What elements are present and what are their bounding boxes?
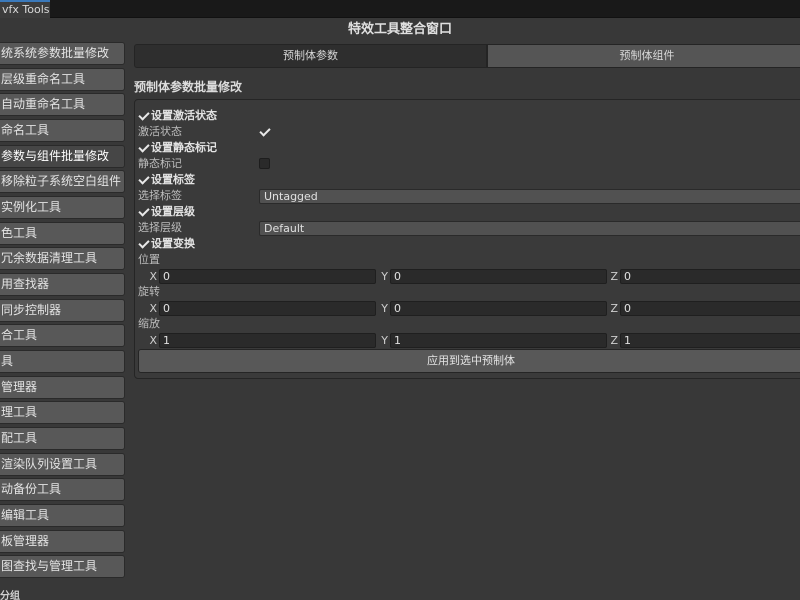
- check-icon[interactable]: [138, 238, 149, 249]
- editor-tab-bar: vfx Tools: [0, 0, 800, 18]
- position-label: 位置: [138, 253, 160, 266]
- sidebar-item-instancing[interactable]: 实例化工具: [0, 196, 125, 219]
- tag-toggle-label: 设置标签: [151, 173, 195, 186]
- check-icon[interactable]: [138, 142, 149, 153]
- layer-dropdown[interactable]: Default: [259, 221, 800, 236]
- sidebar-item-process-tool[interactable]: 理工具: [0, 401, 125, 424]
- active-state-checkbox[interactable]: [259, 125, 270, 138]
- axis-x-label: X: [149, 302, 157, 315]
- axis-x-label: X: [149, 334, 157, 347]
- axis-z-label: Z: [610, 270, 618, 283]
- sidebar-item-remove-empty-components[interactable]: 移除粒子系统空白组件: [0, 170, 125, 193]
- section-title: 预制体参数批量修改: [134, 80, 243, 94]
- tab-prefab-components[interactable]: 预制体组件: [487, 44, 800, 68]
- axis-z-label: Z: [610, 302, 618, 315]
- transform-toggle-label: 设置变换: [151, 237, 195, 250]
- sidebar-item-texture-finder[interactable]: 图查找与管理工具: [0, 555, 125, 578]
- transform-toggle-row[interactable]: 设置变换: [138, 237, 195, 251]
- sidebar-group-label: 分组: [0, 591, 20, 600]
- scale-label: 缩放: [138, 317, 160, 330]
- axis-z-label: Z: [610, 334, 618, 347]
- window-tab[interactable]: vfx Tools: [0, 0, 50, 18]
- axis-y-label: Y: [381, 270, 388, 283]
- sidebar-item-hierarchy-rename[interactable]: 层级重命名工具: [0, 68, 125, 91]
- apply-to-selected-button[interactable]: 应用到选中预制体: [138, 349, 800, 373]
- sidebar-item-sync-controller[interactable]: 同步控制器: [0, 299, 125, 322]
- sidebar-item-config-tool[interactable]: 配工具: [0, 427, 125, 450]
- active-toggle-label: 设置激活状态: [151, 109, 217, 122]
- position-y-field[interactable]: 0: [390, 269, 607, 284]
- active-toggle-row[interactable]: 设置激活状态: [138, 109, 217, 123]
- sidebar-item-manager[interactable]: 管理器: [0, 376, 125, 399]
- tab-prefab-params[interactable]: 预制体参数: [134, 44, 487, 68]
- sidebar-item-template-manager[interactable]: 板管理器: [0, 530, 125, 553]
- static-toggle-row[interactable]: 设置静态标记: [138, 141, 217, 155]
- check-icon[interactable]: [138, 174, 149, 185]
- axis-y-label: Y: [381, 334, 388, 347]
- axis-y-label: Y: [381, 302, 388, 315]
- layer-toggle-label: 设置层级: [151, 205, 195, 218]
- check-icon[interactable]: [138, 110, 149, 121]
- sidebar-item-reference-finder[interactable]: 用查找器: [0, 273, 125, 296]
- sidebar-item-redundant-cleanup[interactable]: 冗余数据清理工具: [0, 247, 125, 270]
- sidebar-item-render-queue[interactable]: 渲染队列设置工具: [0, 453, 125, 476]
- sidebar-item-color-tool[interactable]: 色工具: [0, 222, 125, 245]
- layer-select-label: 选择层级: [138, 221, 182, 234]
- tag-dropdown[interactable]: Untagged: [259, 189, 800, 204]
- sidebar-item-merge-tool[interactable]: 合工具: [0, 324, 125, 347]
- sidebar-item-editor-tool[interactable]: 编辑工具: [0, 504, 125, 527]
- layer-toggle-row[interactable]: 设置层级: [138, 205, 195, 219]
- tab-bar: 预制体参数 预制体组件: [134, 44, 800, 68]
- settings-panel: 设置激活状态 激活状态 设置静态标记 静态标记 设置标签 选择标签 Untagg…: [134, 99, 800, 379]
- sidebar-item-particle-params[interactable]: 统系统参数批量修改: [0, 42, 125, 65]
- checkbox-empty-icon: [259, 158, 270, 169]
- rotation-x-field[interactable]: 0: [159, 301, 376, 316]
- tool-sidebar: 统系统参数批量修改 层级重命名工具 自动重命名工具 命名工具 参数与组件批量修改…: [0, 42, 126, 600]
- check-icon[interactable]: [138, 206, 149, 217]
- static-flag-checkbox[interactable]: [259, 157, 270, 170]
- rotation-label: 旋转: [138, 285, 160, 298]
- tag-select-label: 选择标签: [138, 189, 182, 202]
- sidebar-item-auto-rename[interactable]: 自动重命名工具: [0, 93, 125, 116]
- active-state-label: 激活状态: [138, 125, 182, 138]
- sidebar-item-tool[interactable]: 具: [0, 350, 125, 373]
- static-flag-label: 静态标记: [138, 157, 182, 170]
- rotation-y-field[interactable]: 0: [390, 301, 607, 316]
- sidebar-item-auto-backup[interactable]: 动备份工具: [0, 478, 125, 501]
- scale-z-field[interactable]: 1: [620, 333, 800, 348]
- scale-x-field[interactable]: 1: [159, 333, 376, 348]
- static-toggle-label: 设置静态标记: [151, 141, 217, 154]
- window-title: 特效工具整合窗口: [347, 22, 452, 37]
- position-x-field[interactable]: 0: [159, 269, 376, 284]
- rotation-z-field[interactable]: 0: [620, 301, 800, 316]
- position-z-field[interactable]: 0: [620, 269, 800, 284]
- scale-y-field[interactable]: 1: [390, 333, 607, 348]
- sidebar-item-naming-tool[interactable]: 命名工具: [0, 119, 125, 142]
- check-icon: [259, 126, 270, 137]
- tag-toggle-row[interactable]: 设置标签: [138, 173, 195, 187]
- axis-x-label: X: [149, 270, 157, 283]
- sidebar-item-prefab-batch[interactable]: 参数与组件批量修改: [0, 145, 125, 168]
